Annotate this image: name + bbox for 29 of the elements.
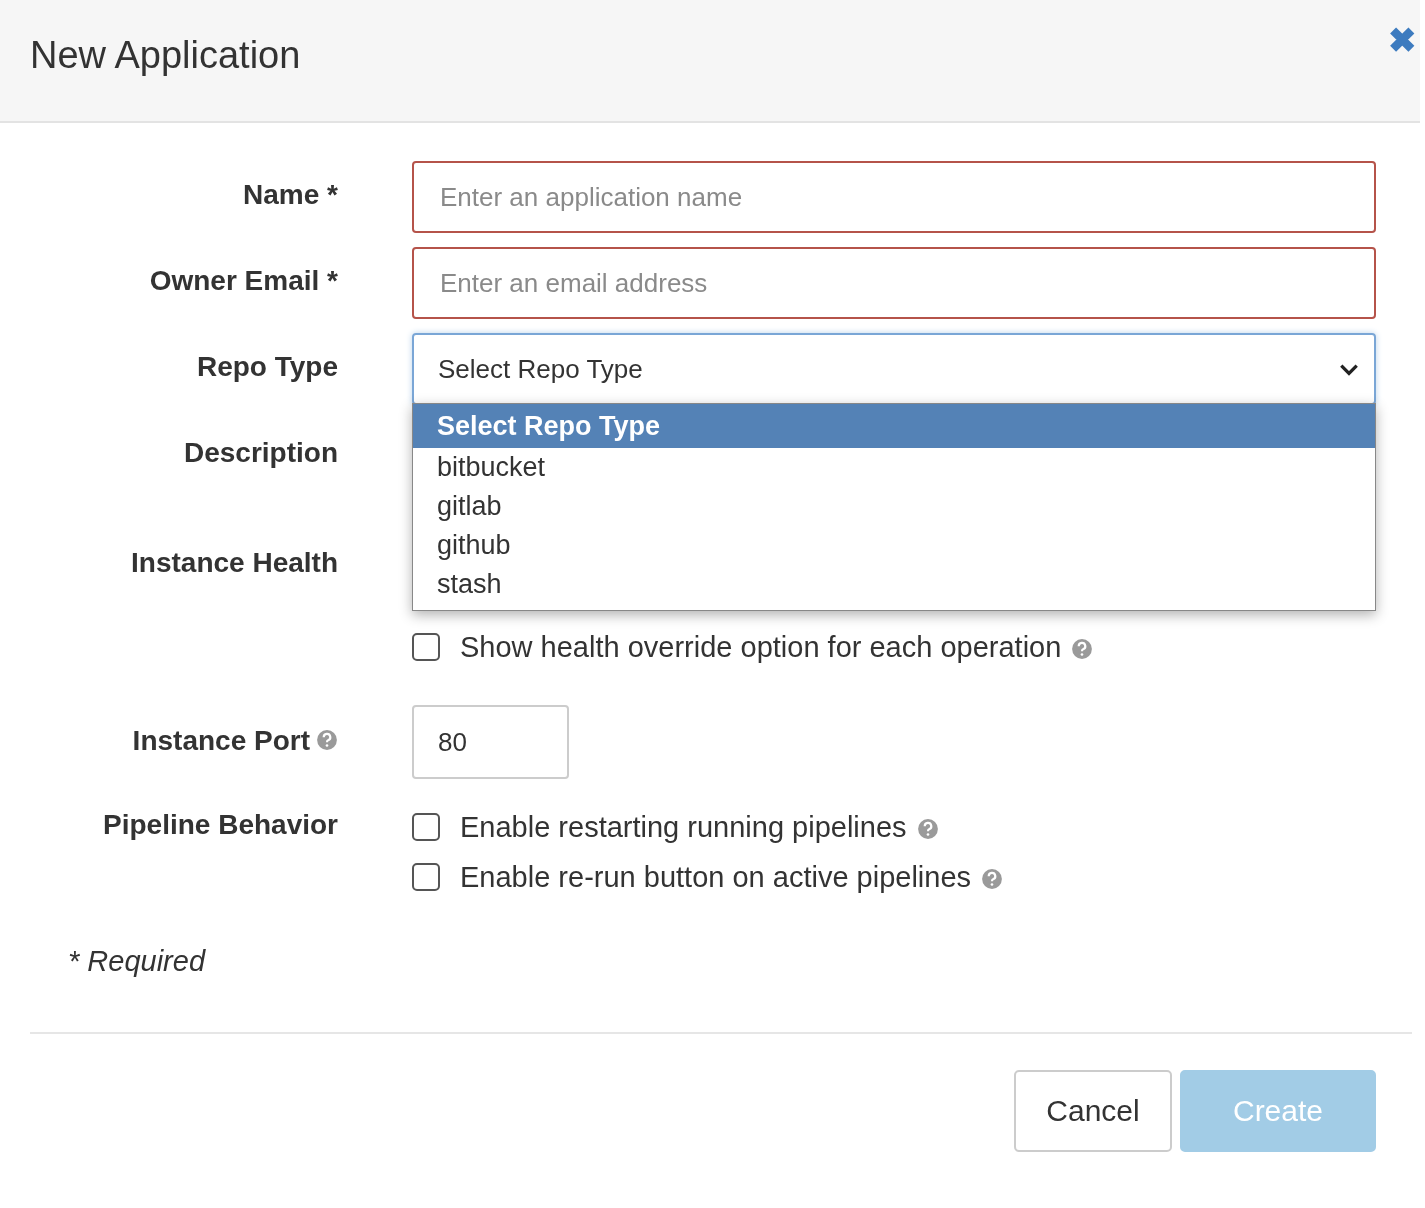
cancel-button[interactable]: Cancel [1014, 1070, 1172, 1152]
dropdown-option[interactable]: github [413, 526, 1375, 565]
required-note: * Required [68, 945, 207, 978]
text-field[interactable]: Enter an email address [412, 247, 1376, 319]
help-icon[interactable] [916, 818, 939, 840]
checkbox[interactable] [412, 863, 440, 891]
checkbox[interactable] [412, 633, 440, 661]
field-label: Pipeline Behavior [103, 809, 338, 841]
port-field[interactable]: 80 [412, 705, 569, 779]
field-label: Repo Type [196, 351, 338, 383]
dropdown-option[interactable]: gitlab [413, 487, 1375, 526]
field-label: Owner Email * [149, 265, 338, 297]
text-field[interactable]: Enter an application name [412, 161, 1376, 233]
dropdown-option[interactable]: bitbucket [413, 448, 1375, 487]
checkbox-label: Enable re-run button on active pipelines [460, 860, 972, 894]
close-button[interactable]: ✖ [1384, 16, 1420, 64]
checkbox-label: Enable restarting running pipelines [460, 810, 907, 844]
help-icon[interactable] [981, 868, 1004, 890]
dropdown-option[interactable]: Select Repo Type [413, 404, 1375, 448]
checkbox[interactable] [412, 813, 440, 841]
dialog-title: New Application [30, 34, 301, 77]
field-label: Name * [243, 179, 338, 211]
field-label: Instance Health [131, 547, 338, 579]
checkbox-label: Show health override option for each operation [460, 630, 1062, 664]
help-icon[interactable] [316, 729, 338, 751]
help-icon[interactable] [1071, 638, 1094, 660]
dropdown-option[interactable]: stash [413, 565, 1375, 604]
field-label: Description [183, 437, 338, 469]
field-label: Instance Port [132, 725, 310, 757]
